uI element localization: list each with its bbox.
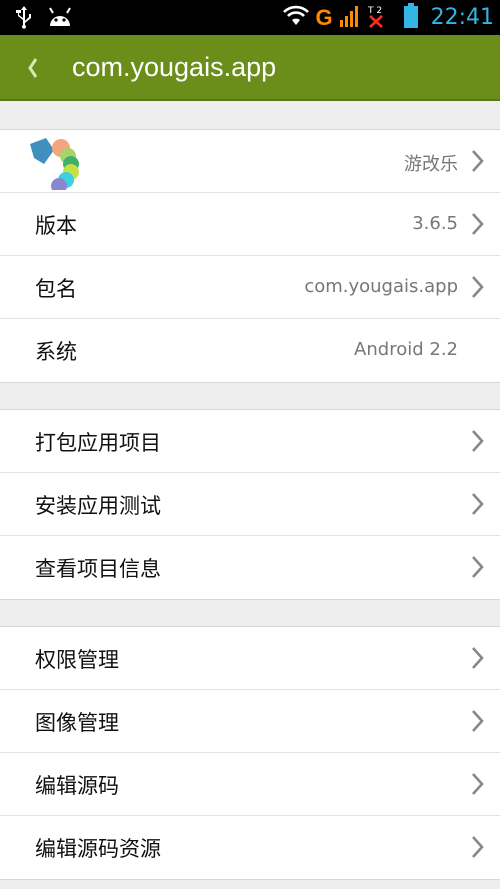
system-row: 系统 Android 2.2 (0, 319, 500, 382)
system-value: Android 2.2 (354, 339, 458, 360)
chevron-right-icon (470, 554, 486, 580)
package-app-label: 打包应用项目 (35, 431, 161, 455)
permission-manage-label: 权限管理 (35, 648, 119, 672)
network-type: G (315, 4, 333, 30)
action-bar: com.yougais.app (0, 35, 500, 101)
app-name-row[interactable]: 游改乐 (0, 130, 500, 194)
edit-source-row[interactable]: 编辑源码 (0, 753, 500, 816)
wifi-icon (283, 5, 310, 31)
svg-text:T 2: T 2 (367, 6, 382, 16)
chevron-right-icon (470, 428, 486, 454)
package-name-row[interactable]: 包名 com.yougais.app (0, 256, 500, 319)
package-app-row[interactable]: 打包应用项目 (0, 410, 500, 473)
page-title: com.yougais.app (72, 52, 277, 82)
image-manage-label: 图像管理 (35, 711, 119, 735)
version-row[interactable]: 版本 3.6.5 (0, 193, 500, 256)
status-bar: G T 2 22:41 (0, 0, 500, 35)
usb-icon (14, 5, 34, 33)
permission-manage-row[interactable]: 权限管理 (0, 627, 500, 690)
back-chevron-icon[interactable] (22, 53, 44, 83)
chevron-right-icon (470, 645, 486, 671)
no-signal-icon: T 2 (367, 4, 385, 32)
package-name-value: com.yougais.app (304, 276, 458, 297)
app-info-group: 游改乐 版本 3.6.5 包名 com.yougais.app 系统 Andro… (0, 129, 500, 383)
status-time: 22:41 (430, 5, 494, 30)
project-info-row[interactable]: 查看项目信息 (0, 536, 500, 599)
manage-group: 权限管理 图像管理 编辑源码 编辑源码资源 (0, 626, 500, 880)
system-label: 系统 (35, 340, 77, 364)
status-bar-left (14, 5, 74, 33)
chevron-right-icon (470, 211, 486, 237)
app-name-value: 游改乐 (404, 154, 458, 175)
image-manage-row[interactable]: 图像管理 (0, 690, 500, 753)
package-name-label: 包名 (35, 277, 77, 301)
signal-icon (339, 4, 361, 32)
app-logo-icon (28, 134, 84, 194)
status-bar-right: G T 2 22:41 (283, 2, 494, 33)
chevron-right-icon (470, 148, 486, 174)
project-info-label: 查看项目信息 (35, 557, 161, 581)
chevron-right-icon (470, 834, 486, 860)
edit-source-label: 编辑源码 (35, 774, 119, 798)
battery-icon (403, 2, 419, 33)
version-value: 3.6.5 (412, 213, 458, 234)
edit-source-resources-label: 编辑源码资源 (35, 837, 161, 861)
chevron-right-icon (470, 491, 486, 517)
version-label: 版本 (35, 214, 77, 238)
edit-source-resources-row[interactable]: 编辑源码资源 (0, 816, 500, 879)
project-group: 打包应用项目 安装应用测试 查看项目信息 (0, 409, 500, 600)
install-test-row[interactable]: 安装应用测试 (0, 473, 500, 536)
android-icon (46, 6, 74, 32)
chevron-right-icon (470, 708, 486, 734)
chevron-right-icon (470, 771, 486, 797)
install-test-label: 安装应用测试 (35, 494, 161, 518)
chevron-right-icon (470, 274, 486, 300)
